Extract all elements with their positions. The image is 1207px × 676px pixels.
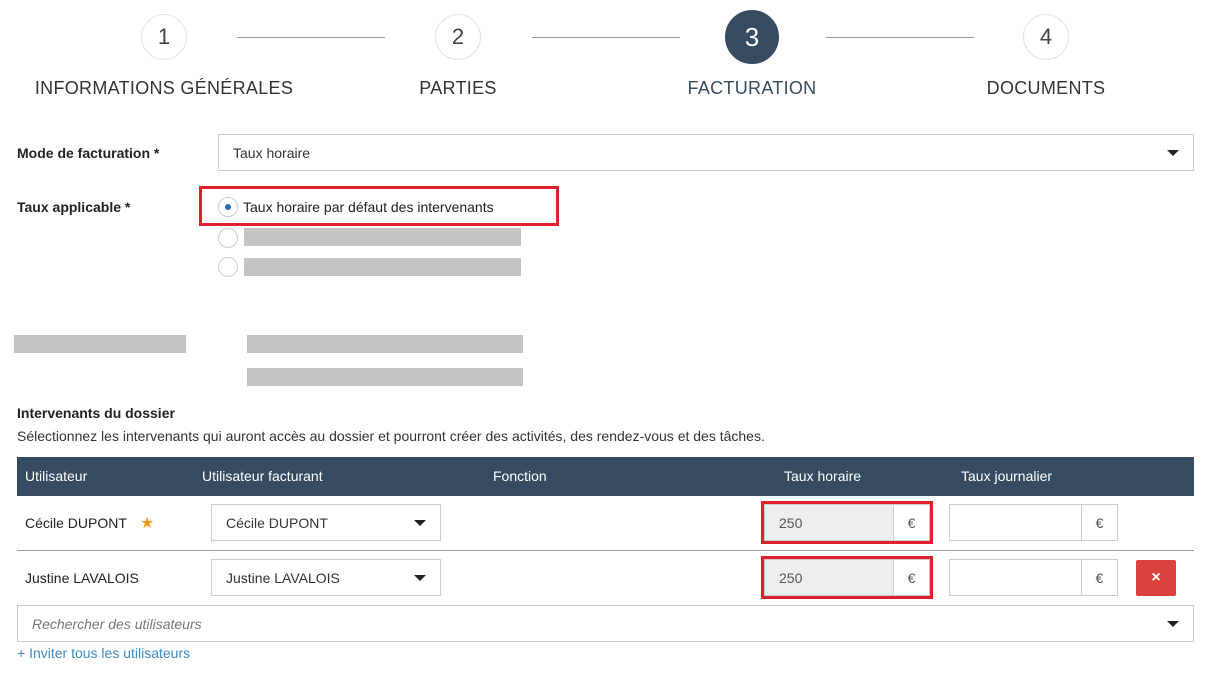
step-informations-generales[interactable]: 1 INFORMATIONS GÉNÉRALES (24, 14, 304, 99)
search-users-select[interactable]: Rechercher des utilisateurs (17, 605, 1194, 642)
caret-down-icon (1167, 620, 1179, 627)
column-billing-user: Utilisateur facturant (202, 468, 323, 484)
invite-all-users-link[interactable]: + Inviter tous les utilisateurs (17, 645, 190, 661)
stepper: 1 INFORMATIONS GÉNÉRALES 2 PARTIES 3 FAC… (0, 0, 1207, 110)
step-label: INFORMATIONS GÉNÉRALES (34, 78, 294, 98)
step-number: 2 (435, 14, 481, 60)
step-label: PARTIES (419, 78, 497, 98)
participants-table-header: Utilisateur Utilisateur facturant Foncti… (17, 457, 1194, 496)
search-users-placeholder: Rechercher des utilisateurs (32, 615, 202, 632)
caret-down-icon (414, 574, 426, 581)
step-documents[interactable]: 4 DOCUMENTS (906, 14, 1186, 99)
billing-mode-value: Taux horaire (233, 144, 311, 161)
caret-down-icon (1167, 149, 1179, 156)
hourly-rate-input[interactable]: 250 € (764, 559, 930, 596)
redacted-label (244, 258, 521, 276)
billing-mode-label: Mode de facturation * (17, 145, 160, 161)
delete-participant-button[interactable]: × (1136, 560, 1176, 596)
step-number: 4 (1023, 14, 1069, 60)
redacted-field (247, 368, 523, 386)
radio-default-rate-label: Taux horaire par défaut des intervenants (243, 199, 494, 215)
hourly-rate-value: 250 (765, 505, 893, 540)
participant-name: Justine LAVALOIS (25, 570, 139, 586)
step-number: 3 (725, 10, 779, 64)
participants-description: Sélectionnez les intervenants qui auront… (17, 428, 765, 444)
billing-user-value: Justine LAVALOIS (226, 569, 340, 586)
column-hourly-rate: Taux horaire (784, 468, 862, 484)
currency-addon: € (1081, 560, 1117, 595)
redacted-label (244, 228, 521, 246)
step-label: DOCUMENTS (986, 78, 1106, 98)
radio-default-rate[interactable] (218, 197, 238, 217)
step-label: FACTURATION (687, 78, 817, 98)
applicable-rate-label: Taux applicable * (17, 199, 131, 215)
row-divider (17, 550, 1194, 551)
radio-option-2[interactable] (218, 228, 238, 248)
close-icon: × (1151, 569, 1161, 586)
daily-rate-input[interactable]: € (949, 504, 1118, 541)
billing-user-select[interactable]: Cécile DUPONT (211, 504, 441, 541)
daily-rate-input[interactable]: € (949, 559, 1118, 596)
billing-user-value: Cécile DUPONT (226, 514, 328, 531)
step-facturation[interactable]: 3 FACTURATION (612, 10, 892, 99)
currency-addon: € (1081, 505, 1117, 540)
daily-rate-value (950, 560, 1081, 595)
currency-addon: € (893, 505, 929, 540)
currency-addon: € (893, 560, 929, 595)
radio-option-3[interactable] (218, 257, 238, 277)
billing-mode-select[interactable]: Taux horaire (218, 134, 1194, 171)
participants-title: Intervenants du dossier (17, 405, 175, 421)
step-number: 1 (141, 14, 187, 60)
redacted-label (14, 335, 186, 353)
redacted-field (247, 335, 523, 353)
daily-rate-value (950, 505, 1081, 540)
column-daily-rate: Taux journalier (961, 468, 1053, 484)
hourly-rate-input[interactable]: 250 € (764, 504, 930, 541)
hourly-rate-value: 250 (765, 560, 893, 595)
caret-down-icon (414, 519, 426, 526)
participant-name: Cécile DUPONT (25, 515, 127, 531)
column-function: Fonction (493, 468, 547, 484)
star-icon: ★ (140, 515, 155, 532)
step-parties[interactable]: 2 PARTIES (318, 14, 598, 99)
column-user: Utilisateur (25, 468, 88, 484)
billing-user-select[interactable]: Justine LAVALOIS (211, 559, 441, 596)
